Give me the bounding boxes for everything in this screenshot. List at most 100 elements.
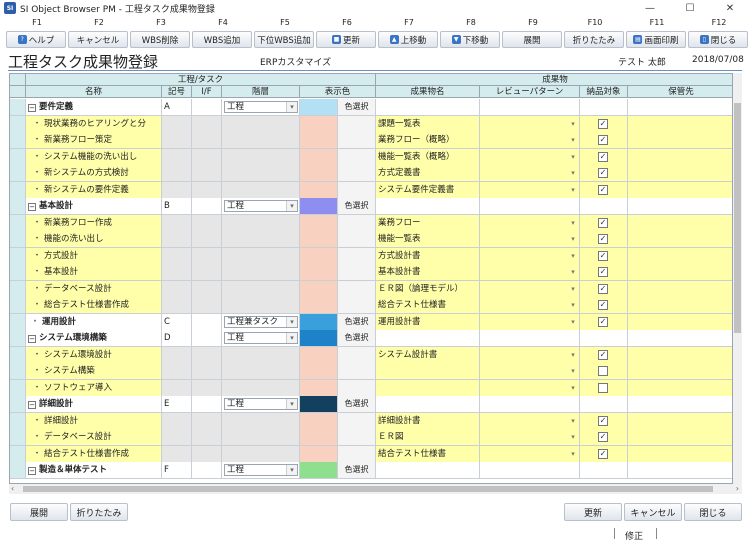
if-cell[interactable] [192,313,222,330]
include-checkbox[interactable]: ✓ [598,432,608,442]
review-pattern-cell[interactable] [480,462,580,478]
code-cell[interactable]: A [162,99,192,115]
collapse-toggle-icon[interactable]: − [28,467,36,475]
include-cell[interactable]: ✓ [580,264,628,280]
chevron-down-icon[interactable]: ▾ [568,267,578,277]
name-cell[interactable]: ・新業務フロー策定 [26,132,162,148]
if-cell[interactable] [192,297,222,313]
task-row[interactable]: ・方式設計 方式設計書 ▾ ✓ [10,247,732,264]
include-checkbox[interactable] [598,382,608,393]
toolbar-button-6[interactable]: ■ 更新 [316,31,376,48]
save-location-cell[interactable] [628,148,732,165]
include-cell[interactable]: ✓ [580,148,628,165]
if-cell[interactable] [192,132,222,148]
phase-row[interactable]: − 基本設計 B 工程 ▾ 色選択 [10,198,732,215]
include-checkbox[interactable]: ✓ [598,300,608,310]
save-location-cell[interactable] [628,231,732,247]
chevron-down-icon[interactable]: ▾ [286,399,297,409]
name-cell[interactable]: − 要件定義 [26,99,162,115]
deliverable-cell[interactable] [376,396,480,412]
collapse-toggle-icon[interactable]: − [28,203,36,211]
if-cell[interactable] [192,429,222,445]
level-cell[interactable] [222,115,300,132]
include-cell[interactable] [580,330,628,346]
level-cell[interactable] [222,346,300,363]
include-cell[interactable] [580,99,628,115]
deliverable-cell[interactable]: 総合テスト仕様書 [376,297,480,313]
deliverable-cell[interactable]: 課題一覧表 [376,115,480,132]
level-cell[interactable] [222,445,300,462]
if-cell[interactable] [192,214,222,231]
review-pattern-cell[interactable]: ▾ [480,165,580,181]
task-row[interactable]: ・新業務フロー策定 業務フロー（概略） ▾ ✓ [10,132,732,149]
level-cell[interactable] [222,412,300,429]
save-location-cell[interactable] [628,247,732,264]
name-cell[interactable]: − システム環境構築 [26,330,162,346]
deliverable-cell[interactable]: 方式定義書 [376,165,480,181]
deliverable-cell[interactable] [376,198,480,214]
code-cell[interactable] [162,231,192,247]
level-cell[interactable]: 工程兼タスク ▾ [222,313,300,330]
include-cell[interactable]: ✓ [580,346,628,363]
code-cell[interactable]: F [162,462,192,478]
column-header-color[interactable]: 表示色 [300,86,376,98]
color-pick-button[interactable]: 色選択 [338,99,376,115]
if-cell[interactable] [192,330,222,346]
include-cell[interactable]: ✓ [580,247,628,264]
horizontal-scroll-thumb[interactable] [23,486,713,492]
deliverable-cell[interactable]: ＥＲ図 [376,429,480,445]
save-location-cell[interactable] [628,198,732,214]
include-cell[interactable]: ✓ [580,181,628,198]
chevron-down-icon[interactable]: ▾ [568,416,578,426]
deliverable-cell[interactable]: システム設計書 [376,346,480,363]
include-checkbox[interactable]: ✓ [598,118,608,129]
if-cell[interactable] [192,346,222,363]
color-pick-button[interactable]: 色選択 [338,330,376,346]
include-cell[interactable] [580,379,628,396]
review-pattern-cell[interactable]: ▾ [480,313,580,330]
review-pattern-cell[interactable]: ▾ [480,132,580,148]
deliverable-cell[interactable] [376,99,480,115]
review-pattern-cell[interactable]: ▾ [480,231,580,247]
column-header-include[interactable]: 納品対象 [580,86,628,98]
collapse-toggle-icon[interactable]: − [28,335,36,343]
save-location-cell[interactable] [628,379,732,396]
horizontal-scrollbar[interactable]: ‹ › [9,484,742,494]
save-location-cell[interactable] [628,181,732,198]
code-cell[interactable] [162,264,192,280]
name-cell[interactable]: ・詳細設計 [26,412,162,429]
level-cell[interactable] [222,280,300,297]
include-checkbox[interactable]: ✓ [598,250,608,261]
code-cell[interactable] [162,148,192,165]
code-cell[interactable]: E [162,396,192,412]
task-row[interactable]: ・総合テスト仕様書作成 総合テスト仕様書 ▾ ✓ [10,297,732,314]
save-location-cell[interactable] [628,99,732,115]
level-cell[interactable]: 工程 ▾ [222,330,300,346]
phase-row[interactable]: − システム環境構築 D 工程 ▾ 色選択 [10,330,732,347]
name-cell[interactable]: ・ソフトウェア導入 [26,379,162,396]
name-cell[interactable]: ・データベース設計 [26,429,162,445]
deliverable-cell[interactable]: 業務フロー [376,214,480,231]
phase-row[interactable]: − 詳細設計 E 工程 ▾ 色選択 [10,396,732,413]
deliverable-cell[interactable]: 業務フロー（概略） [376,132,480,148]
save-location-cell[interactable] [628,132,732,148]
include-cell[interactable]: ✓ [580,231,628,247]
deliverable-cell[interactable] [376,363,480,379]
include-checkbox[interactable] [598,366,608,376]
chevron-down-icon[interactable]: ▾ [286,465,297,475]
level-cell[interactable] [222,132,300,148]
review-pattern-cell[interactable]: ▾ [480,181,580,198]
chevron-down-icon[interactable]: ▾ [286,333,297,343]
include-cell[interactable]: ✓ [580,214,628,231]
toolbar-button-7[interactable]: ▲ 上移動 [378,31,438,48]
deliverable-cell[interactable] [376,330,480,346]
task-row[interactable]: ・ソフトウェア導入 ▾ [10,379,732,396]
code-cell[interactable] [162,346,192,363]
toolbar-button-2[interactable]: キャンセル [68,31,128,48]
chevron-down-icon[interactable]: ▾ [568,185,578,195]
include-checkbox[interactable]: ✓ [598,151,608,162]
toolbar-button-9[interactable]: 展開 [502,31,562,48]
include-cell[interactable]: ✓ [580,313,628,330]
code-cell[interactable] [162,363,192,379]
if-cell[interactable] [192,181,222,198]
